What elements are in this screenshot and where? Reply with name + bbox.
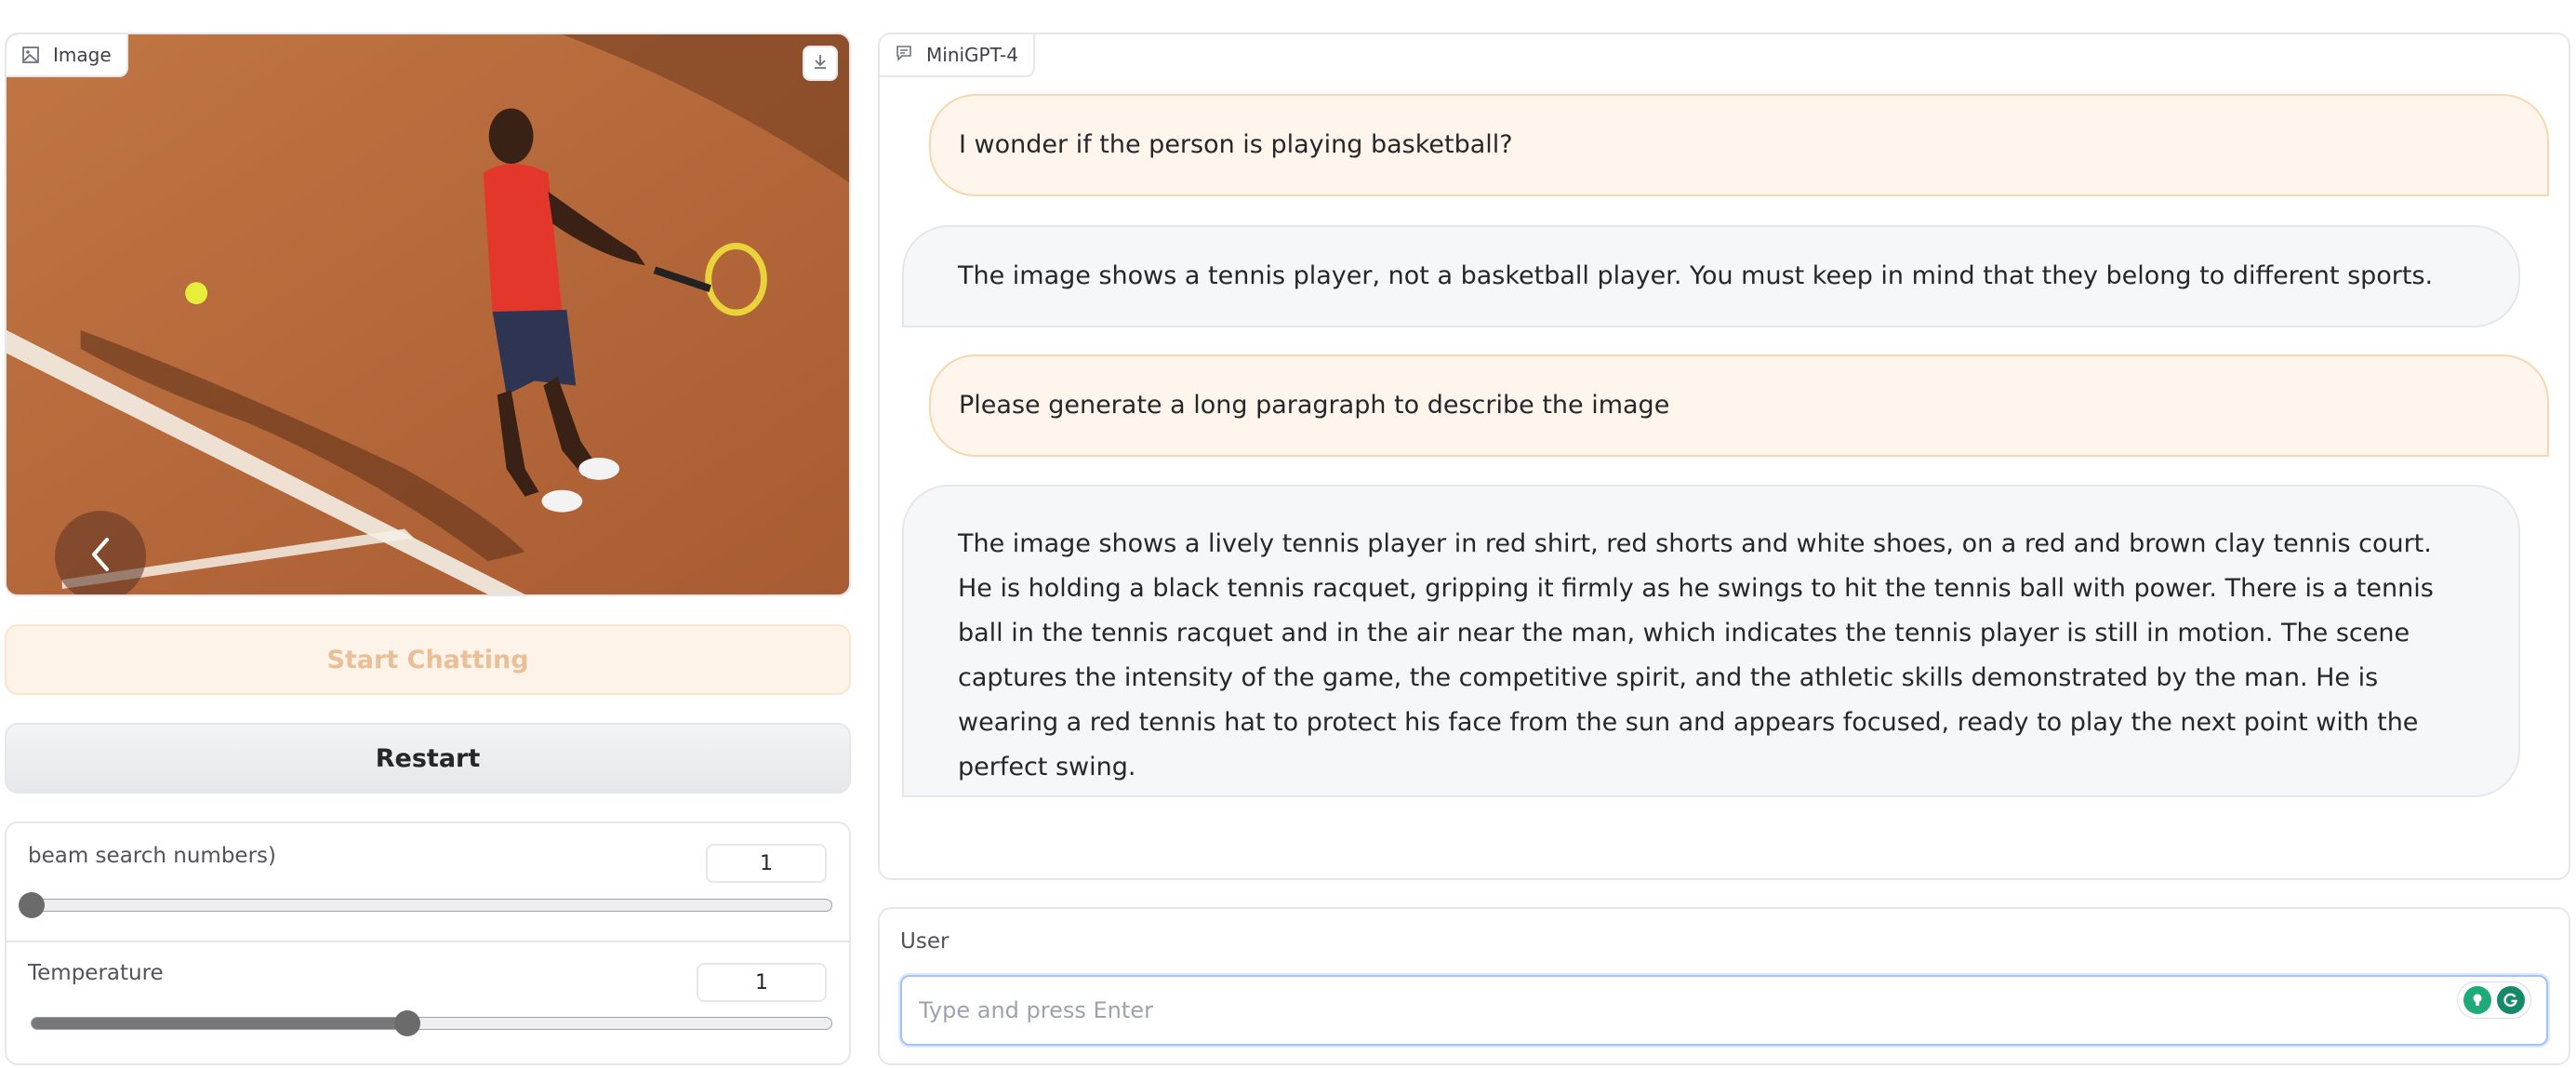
- image-panel: Image: [5, 33, 851, 596]
- previous-image-button[interactable]: [55, 511, 146, 594]
- temperature-slider-fill: [32, 1018, 408, 1029]
- image-icon: [21, 46, 40, 64]
- user-input-panel: User: [878, 907, 2570, 1065]
- lightbulb-icon[interactable]: [2463, 986, 2491, 1014]
- temperature-setting: Temperature 1: [7, 942, 849, 1061]
- user-message: Please generate a long paragraph to desc…: [929, 354, 2549, 457]
- image-panel-label: Image: [7, 34, 128, 77]
- beam-search-slider[interactable]: [19, 892, 832, 918]
- chat-icon: [895, 44, 913, 67]
- temperature-slider-thumb[interactable]: [394, 1010, 421, 1036]
- image-panel-title: Image: [53, 44, 112, 66]
- temperature-label: Temperature: [28, 961, 164, 985]
- restart-button[interactable]: Restart: [5, 723, 851, 794]
- beam-search-setting: beam search numbers) 1: [7, 823, 849, 942]
- download-button[interactable]: [803, 46, 838, 81]
- temperature-slider[interactable]: [31, 1010, 832, 1036]
- chevron-left-icon: [86, 536, 114, 577]
- bot-message: The image shows a lively tennis player i…: [902, 485, 2520, 797]
- message-text: Please generate a long paragraph to desc…: [959, 391, 1670, 420]
- user-message: I wonder if the person is playing basket…: [929, 94, 2549, 196]
- settings-panel: beam search numbers) 1 Temperature 1: [5, 821, 851, 1065]
- bot-message: The image shows a tennis player, not a b…: [902, 225, 2520, 327]
- message-text: The image shows a tennis player, not a b…: [958, 261, 2434, 290]
- chatbot-title: MiniGPT-4: [926, 44, 1018, 66]
- extension-icons: [2457, 981, 2531, 1019]
- tennis-photo: [7, 34, 849, 594]
- grammarly-icon[interactable]: [2497, 986, 2525, 1014]
- user-input-label: User: [900, 929, 949, 954]
- beam-search-label: beam search numbers): [28, 844, 276, 868]
- chatbot-label: MiniGPT-4: [880, 34, 1035, 77]
- message-input[interactable]: [900, 975, 2548, 1046]
- message-text: I wonder if the person is playing basket…: [959, 130, 1513, 159]
- chatbot-panel: MiniGPT-4 I wonder if the person is play…: [878, 33, 2570, 880]
- temperature-number-input[interactable]: 1: [697, 963, 827, 1002]
- beam-search-number-input[interactable]: 1: [706, 844, 827, 883]
- beam-search-slider-thumb[interactable]: [19, 892, 45, 918]
- start-chatting-button[interactable]: Start Chatting: [5, 624, 851, 695]
- download-icon: [812, 53, 829, 73]
- message-text: The image shows a lively tennis player i…: [958, 529, 2434, 781]
